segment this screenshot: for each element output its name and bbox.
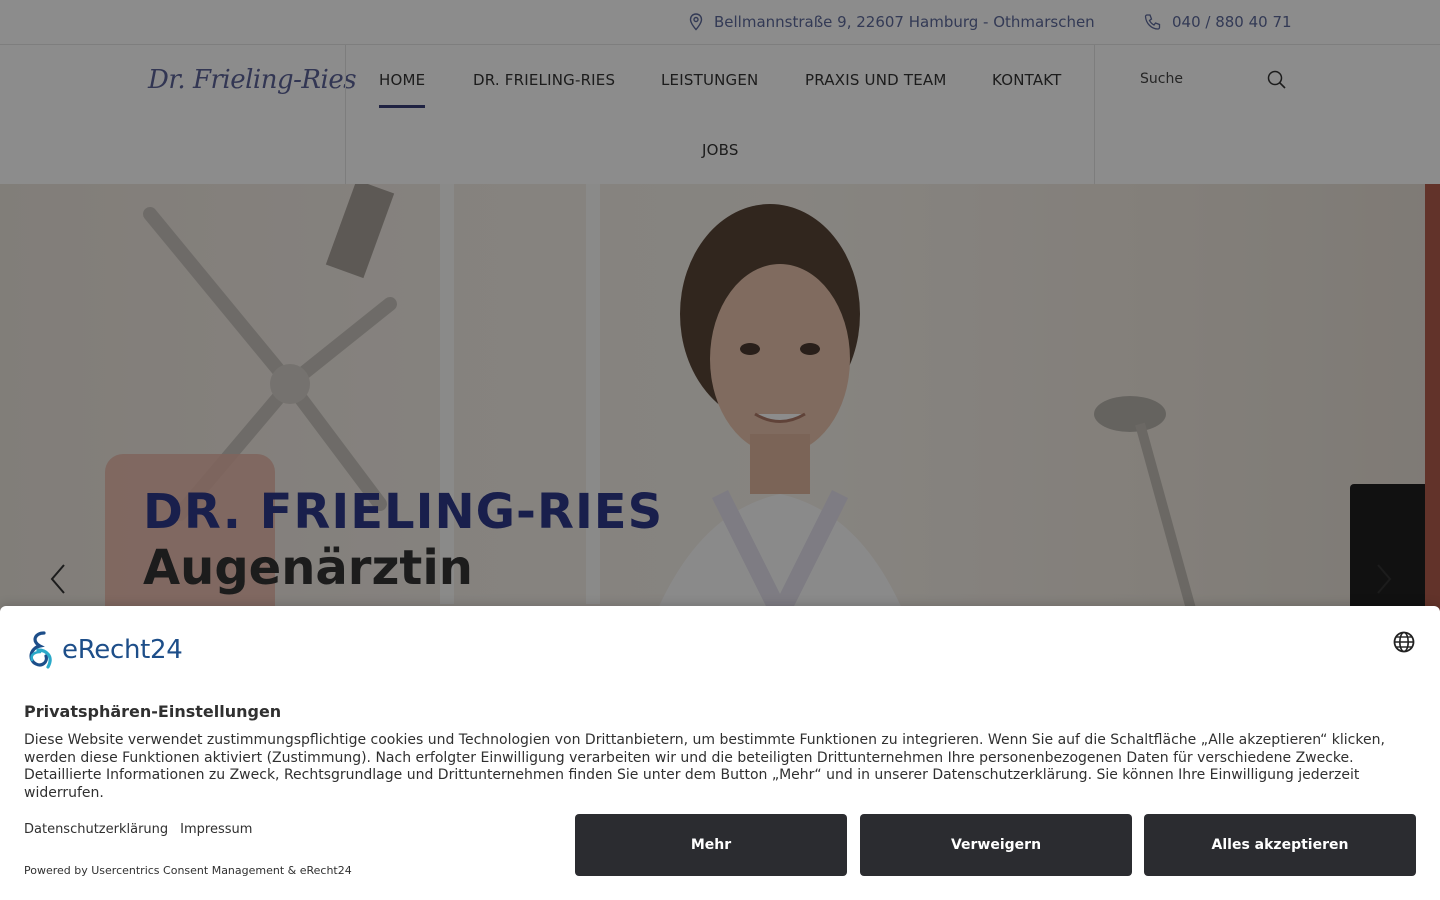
consent-links: Datenschutzerklärung Impressum bbox=[24, 822, 252, 837]
erecht24-symbol-icon bbox=[29, 631, 52, 669]
erecht24-logo: eRecht24 bbox=[24, 630, 183, 670]
brand-name: eRecht24 bbox=[62, 635, 183, 665]
imprint-link[interactable]: Impressum bbox=[180, 822, 252, 837]
powered-by-text: Powered by Usercentrics Consent Manageme… bbox=[24, 864, 352, 877]
consent-description: Diese Website verwendet zustimmungspflic… bbox=[24, 732, 1385, 801]
privacy-policy-link[interactable]: Datenschutzerklärung bbox=[24, 822, 168, 837]
globe-icon[interactable] bbox=[1392, 630, 1416, 654]
deny-button[interactable]: Verweigern bbox=[860, 814, 1132, 876]
more-button[interactable]: Mehr bbox=[575, 814, 847, 876]
accept-all-button[interactable]: Alles akzeptieren bbox=[1144, 814, 1416, 876]
cookie-consent-banner: eRecht24 Privatsphären-Einstellungen Die… bbox=[0, 606, 1440, 900]
consent-heading: Privatsphären-Einstellungen bbox=[24, 702, 282, 721]
